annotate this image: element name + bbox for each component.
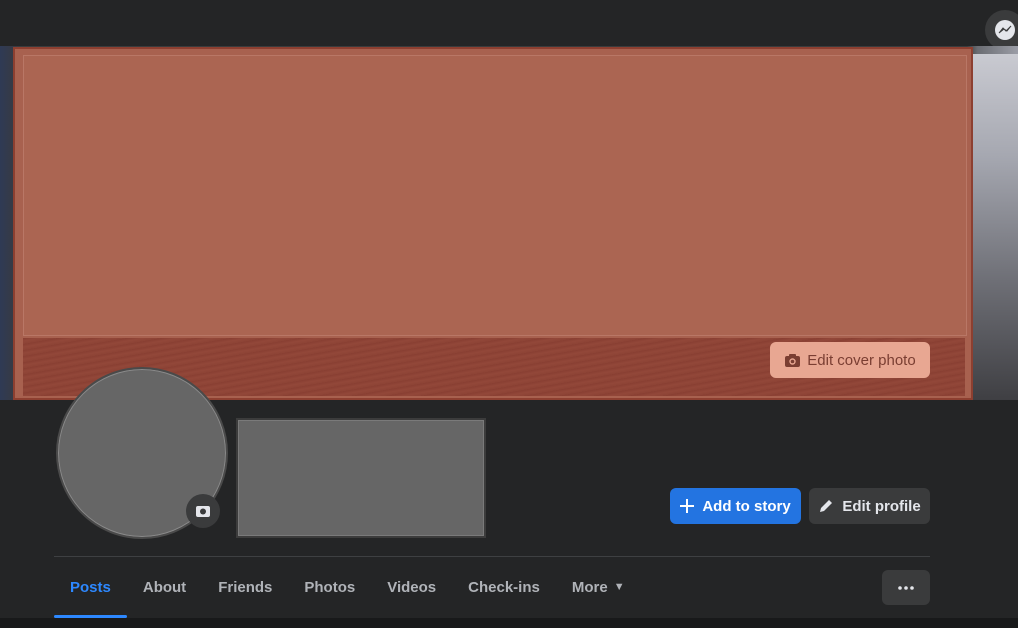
pencil-icon [820, 500, 833, 512]
tab-photos[interactable]: Photos [288, 558, 371, 616]
tab-label: Videos [387, 578, 437, 596]
tab-label: Check-ins [468, 578, 540, 596]
top-bar [0, 0, 1018, 50]
profile-tabs: Posts About Friends Photos Videos Check-… [54, 558, 641, 618]
camera-icon [196, 506, 210, 517]
tab-about[interactable]: About [127, 558, 202, 616]
add-to-story-button[interactable]: Add to story [670, 488, 801, 524]
cover-photo-edge [970, 54, 1018, 400]
tab-label: About [142, 578, 187, 596]
section-divider [54, 556, 930, 557]
profile-page: Edit cover photo Add to story Edit profi… [0, 0, 1018, 628]
messenger-icon [995, 20, 1015, 40]
tab-more[interactable]: More ▼ [556, 558, 641, 616]
edit-cover-photo-button[interactable]: Edit cover photo [770, 342, 930, 378]
edit-profile-button[interactable]: Edit profile [809, 488, 930, 524]
profile-name-redacted [236, 418, 486, 538]
ellipsis-icon [898, 585, 914, 590]
plus-icon [680, 499, 695, 513]
tab-check-ins[interactable]: Check-ins [452, 558, 556, 616]
tab-label: More [571, 578, 608, 596]
tab-label: Posts [70, 578, 111, 596]
tab-posts[interactable]: Posts [54, 558, 127, 618]
tab-label: Friends [218, 578, 273, 596]
caret-down-icon: ▼ [613, 581, 625, 593]
camera-icon [785, 353, 801, 367]
messenger-button[interactable] [985, 10, 1018, 50]
edit-cover-photo-label: Edit cover photo [807, 351, 916, 369]
tab-videos[interactable]: Videos [371, 558, 452, 616]
edit-profile-label: Edit profile [842, 497, 921, 515]
tab-label: Photos [304, 578, 356, 596]
cover-photo-redacted-area [23, 55, 967, 336]
update-profile-picture-button[interactable] [186, 494, 220, 528]
tab-friends[interactable]: Friends [202, 558, 288, 616]
more-options-button[interactable] [882, 570, 930, 605]
page-bottom-edge [0, 618, 1018, 628]
add-to-story-label: Add to story [702, 497, 791, 515]
